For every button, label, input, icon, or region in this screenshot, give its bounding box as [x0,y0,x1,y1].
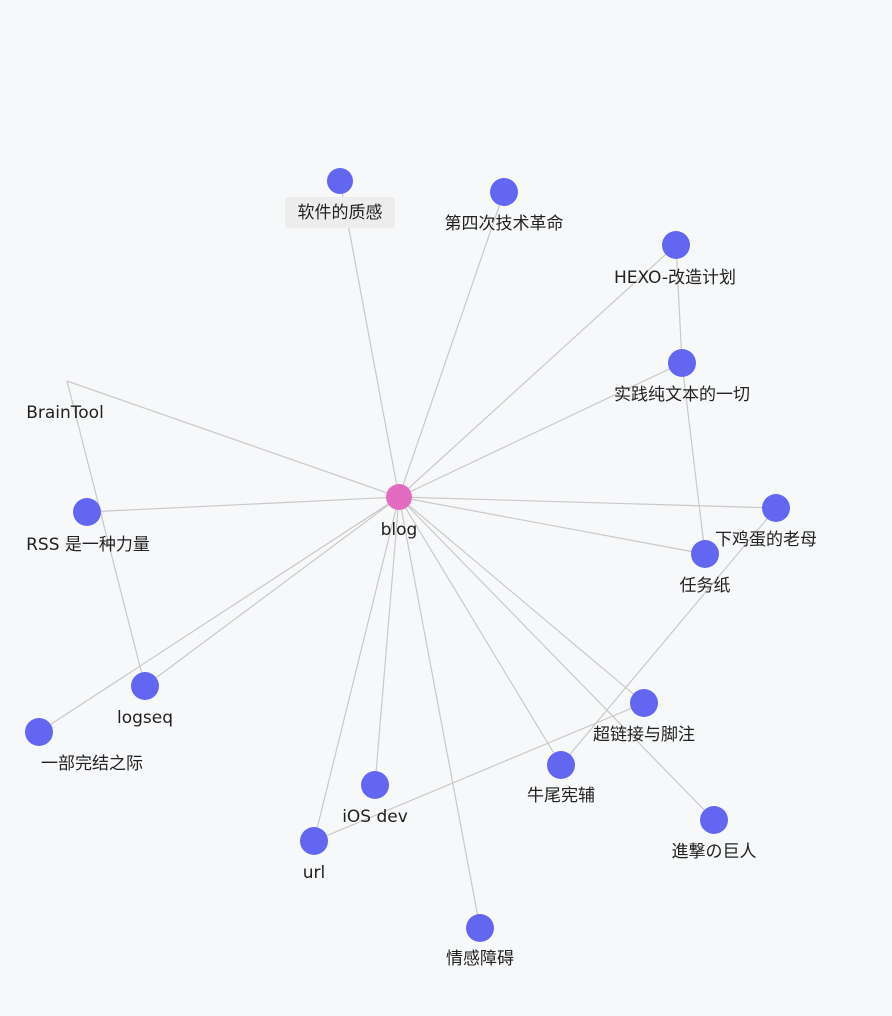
graph-node-hexo[interactable]: HEXO-改造计划 [614,231,736,288]
node-circle[interactable] [762,494,790,522]
node-label[interactable]: 第四次技术革命 [445,214,564,234]
node-label[interactable]: 牛尾宪辅 [527,786,595,806]
node-label[interactable]: RSS 是一种力量 [26,535,150,555]
graph-node-rss[interactable]: RSS 是一种力量 [26,498,150,555]
node-label[interactable]: 一部完结之际 [41,754,143,774]
node-circle[interactable] [662,231,690,259]
edge-blog-hen [398,496,777,509]
edge-blog-fourth [398,191,505,498]
edge-blog-braintool [66,380,400,498]
node-label[interactable]: 情感障碍 [446,949,514,969]
graph-canvas[interactable]: blog 软件的质感第四次技术革命 HEXO-改造计划实践纯文本的一切 BrainTo… [0,0,892,1016]
node-circle[interactable] [630,689,658,717]
graph-node-plaintext[interactable]: 实践纯文本的一切 [614,349,750,405]
node-circle[interactable] [73,498,101,526]
edge-blog-logseq [144,496,400,687]
graph-node-software[interactable]: 软件的质感 [285,168,395,228]
node-label[interactable]: HEXO-改造计划 [614,268,736,288]
center-node-circle[interactable] [386,484,412,510]
edge-blog-niuwei [398,496,562,766]
graph-node-braintool[interactable]: BrainTool [26,403,104,423]
node-label[interactable]: iOS dev [342,807,408,827]
edge-blog-plaintext [398,362,683,498]
node-circle[interactable] [668,349,696,377]
node-circle[interactable] [466,914,494,942]
graph-node-emotion[interactable]: 情感障碍 [446,914,514,969]
node-circle[interactable] [327,168,353,194]
node-circle[interactable] [300,827,328,855]
graph-node-url[interactable]: url [300,827,328,883]
edge-blog-emotion [398,496,481,929]
node-circle[interactable] [131,672,159,700]
edge-blog-rss [86,496,400,513]
edge-blog-hyperlink [398,496,645,704]
edge-braintool-logseq [66,380,146,687]
node-label[interactable]: blog [381,520,418,540]
graph-node-hyperlink[interactable]: 超链接与脚注 [593,689,695,745]
node-label[interactable]: BrainTool [26,403,104,423]
graph-node-logseq[interactable]: logseq [117,672,173,728]
node-label[interactable]: 進撃の巨人 [672,842,757,862]
graph-node-ios[interactable]: iOS dev [342,771,408,827]
graph-node-titan[interactable]: 進撃の巨人 [672,806,757,862]
node-label[interactable]: logseq [117,708,173,728]
nodes-layer: blog 软件的质感第四次技术革命 HEXO-改造计划实践纯文本的一切 BrainTo… [25,168,817,969]
node-label[interactable]: 实践纯文本的一切 [614,385,750,405]
node-label[interactable]: 软件的质感 [298,203,383,223]
graph-node-hen[interactable]: 下鸡蛋的老母 [715,494,817,550]
node-circle[interactable] [490,178,518,206]
node-circle[interactable] [361,771,389,799]
edge-blog-ending [38,496,400,733]
edge-hexo-plaintext [675,244,683,364]
graph-node-fourth[interactable]: 第四次技术革命 [445,178,564,234]
edge-blog-ios [374,496,400,786]
node-label[interactable]: 任务纸 [680,576,731,596]
edge-blog-software [339,180,400,498]
node-circle[interactable] [25,718,53,746]
node-label[interactable]: url [303,863,326,883]
node-circle[interactable] [700,806,728,834]
node-circle[interactable] [547,751,575,779]
knowledge-graph-view: blog 软件的质感第四次技术革命 HEXO-改造计划 实践纯文本的一切 BrainTo… [0,0,892,1016]
node-label[interactable]: 超链接与脚注 [593,725,695,745]
node-label[interactable]: 下鸡蛋的老母 [715,530,817,550]
edge-blog-task [398,496,706,555]
graph-node-niuwei[interactable]: 牛尾宪辅 [527,751,595,806]
